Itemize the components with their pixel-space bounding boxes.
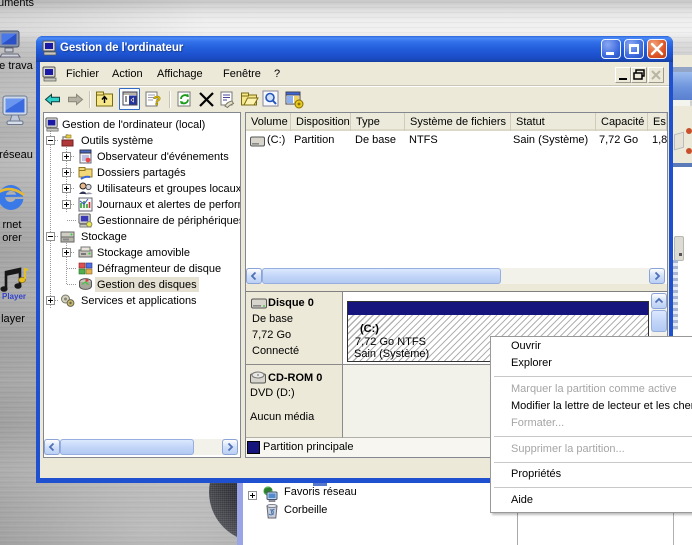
svg-text:Player: Player [2, 292, 26, 301]
svg-text:?: ? [153, 93, 161, 108]
